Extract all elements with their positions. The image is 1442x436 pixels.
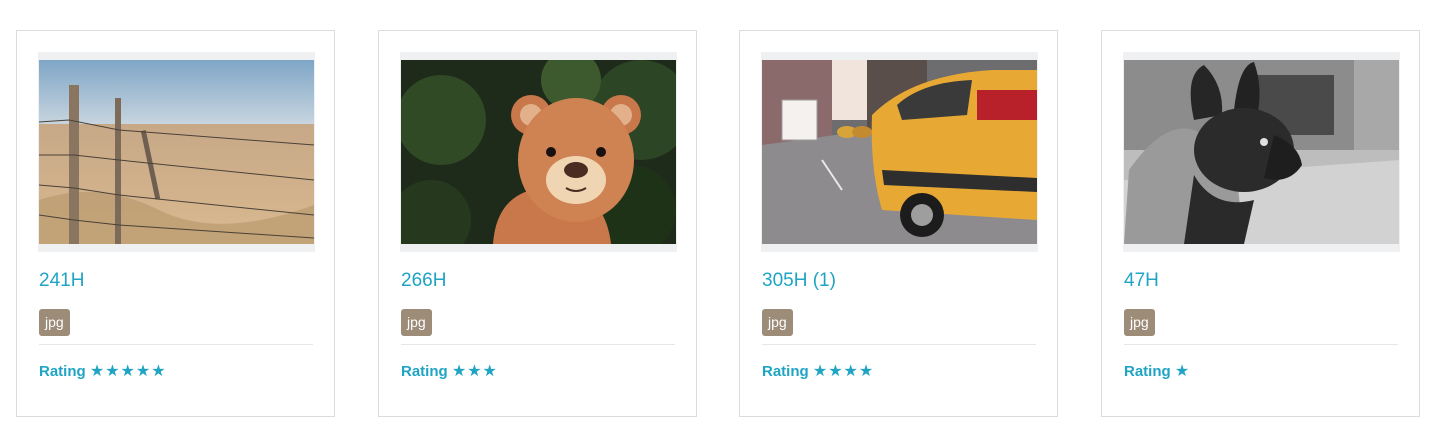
divider — [401, 344, 675, 345]
thumbnail-frame[interactable] — [38, 52, 315, 252]
image-title[interactable]: 305H (1) — [762, 270, 836, 292]
rating-stars: ★★★★ — [812, 363, 875, 380]
french-bulldog-photo[interactable] — [1124, 60, 1399, 244]
divider — [39, 344, 313, 345]
fence-field-photo[interactable] — [39, 60, 314, 244]
thumbnail-frame[interactable] — [761, 52, 1038, 252]
rating-stars: ★★★ — [451, 363, 498, 380]
rating-label: Rating — [39, 363, 86, 380]
rating: Rating ★★★★ — [762, 361, 874, 381]
thumbnail-frame[interactable] — [1123, 52, 1400, 252]
rating: Rating ★★★ — [401, 361, 498, 381]
image-card: 305H (1) jpg Rating ★★★★ — [739, 30, 1058, 417]
rating-stars: ★ — [1174, 363, 1191, 380]
rating-label: Rating — [401, 363, 448, 380]
image-card: 266H jpg Rating ★★★ — [378, 30, 697, 417]
file-type-badge: jpg — [1124, 309, 1155, 336]
rating: Rating ★ — [1124, 361, 1190, 381]
divider — [762, 344, 1036, 345]
image-gallery: 241H jpg Rating ★★★★★ 266H jpg Rating ★★… — [0, 0, 1442, 436]
rating: Rating ★★★★★ — [39, 361, 167, 381]
yellow-taxi-photo[interactable] — [762, 60, 1037, 244]
image-title[interactable]: 266H — [401, 270, 446, 292]
image-title[interactable]: 241H — [39, 270, 84, 292]
thumbnail-frame[interactable] — [400, 52, 677, 252]
file-type-badge: jpg — [401, 309, 432, 336]
image-title[interactable]: 47H — [1124, 270, 1159, 292]
rating-label: Rating — [762, 363, 809, 380]
file-type-badge: jpg — [39, 309, 70, 336]
rating-label: Rating — [1124, 363, 1171, 380]
file-type-badge: jpg — [762, 309, 793, 336]
image-card: 241H jpg Rating ★★★★★ — [16, 30, 335, 417]
image-card: 47H jpg Rating ★ — [1101, 30, 1420, 417]
teddy-bear-photo[interactable] — [401, 60, 676, 244]
rating-stars: ★★★★★ — [89, 363, 167, 380]
divider — [1124, 344, 1398, 345]
